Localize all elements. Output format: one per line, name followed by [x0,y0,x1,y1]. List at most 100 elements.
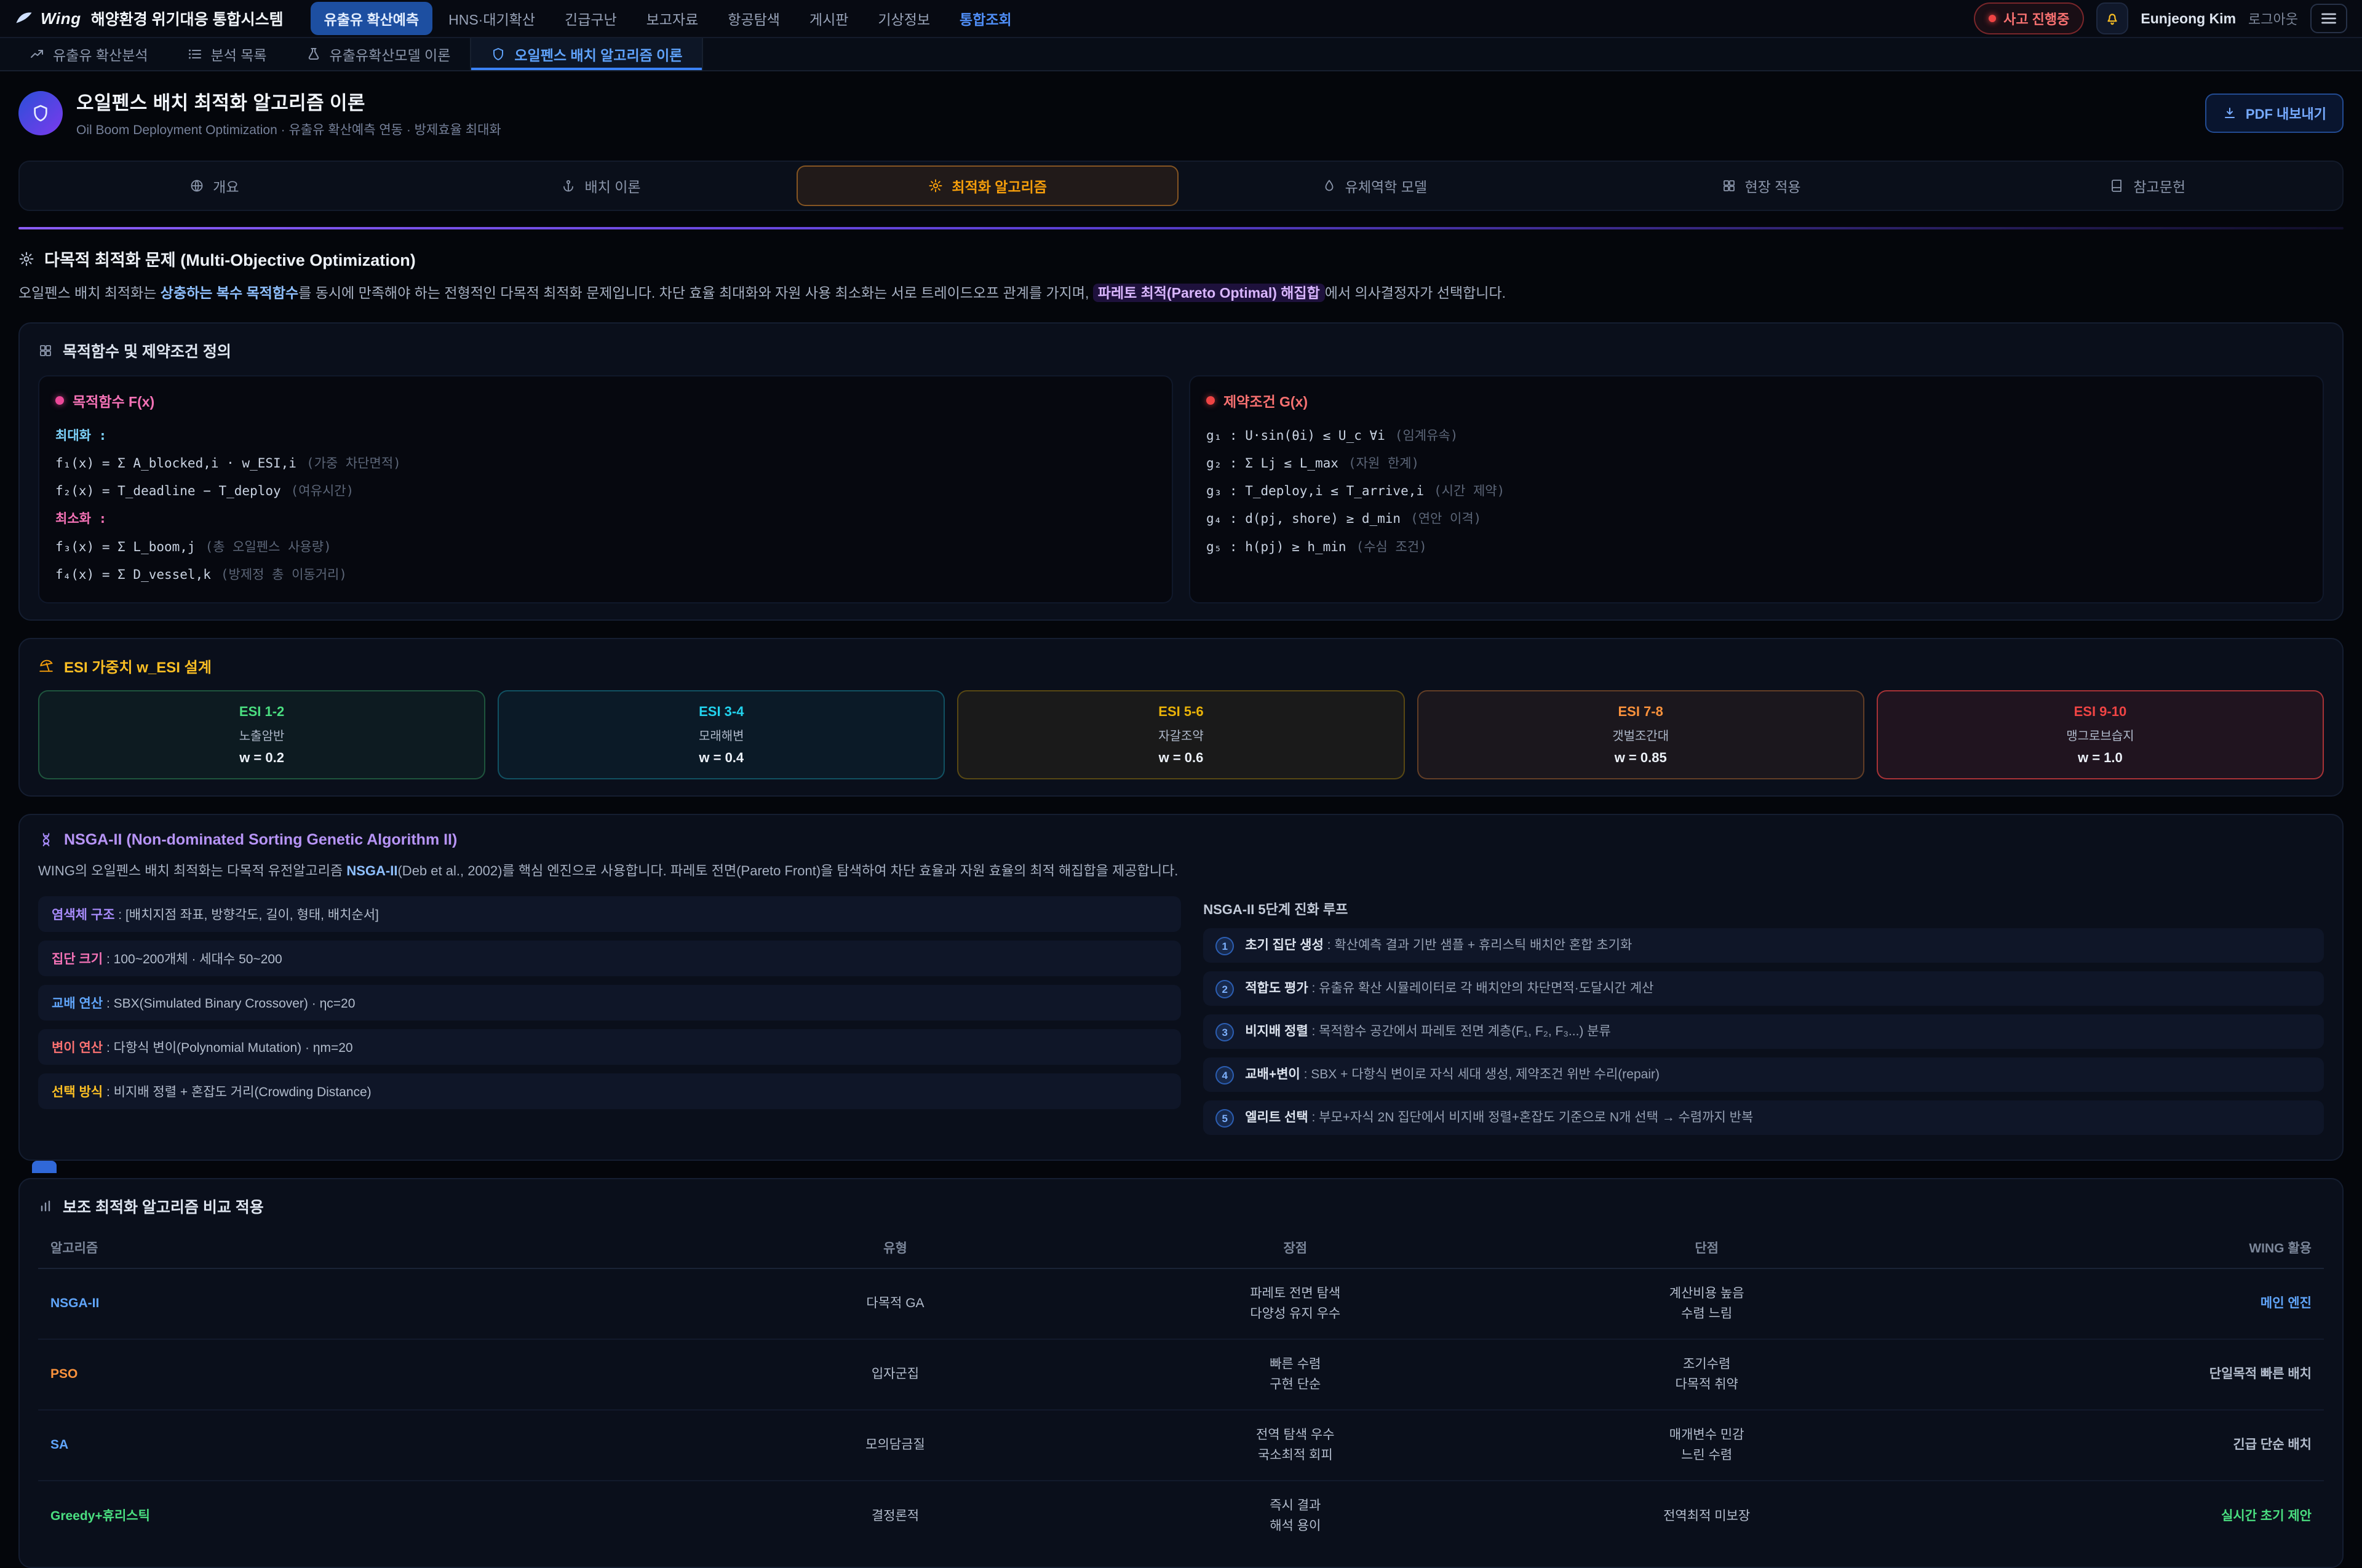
esi-weight-cell: ESI 3-4 모래해변 w = 0.4 [498,690,945,779]
list-icon [188,47,202,62]
wing-usage: 긴급 단순 배치 [1912,1410,2324,1481]
page-subtitle: Oil Boom Deployment Optimization · 유출유 확… [76,120,501,138]
loop-step: 1 초기 집단 생성 : 확산예측 결과 기반 샘플 + 휴리스틱 배치안 혼합… [1203,928,2324,963]
tab-diffusion-model-theory[interactable]: 유출유확산모델 이론 [287,38,471,70]
intro-text-mid: 를 동시에 만족해야 하는 전형적인 다목적 최적화 문제입니다. 차단 효율 … [298,285,1093,301]
formula-row: f₁(x) = Σ A_blocked,i · w_ESI,i(가중 차단면적) [55,450,1156,477]
intro-text-tail: 에서 의사결정자가 선택합니다. [1325,285,1506,301]
grid-icon [38,343,53,358]
objective-panel-title: 목적함수 F(x) [73,390,154,411]
nsga-evolution-loop: NSGA-II 5단계 진화 루프 1 초기 집단 생성 : 확산예측 결과 기… [1203,896,2324,1144]
sub-tabbar: 유출유 확산분석 분석 목록 유출유확산모델 이론 오일펜스 배치 알고리즘 이… [0,38,2362,71]
table-row: Greedy+휴리스틱 결정론적 즉시 결과 해석 용이 전역최적 미보장 실시… [38,1481,2324,1551]
nav-item-oil-spill-forecast[interactable]: 유출유 확산예측 [311,2,433,35]
section-tab-references[interactable]: 참고문헌 [1957,165,2339,206]
tab-analysis-list[interactable]: 분석 목록 [168,38,287,70]
user-name: Eunjeong Kim [2141,10,2236,27]
logo-text: Wing [41,9,81,28]
card-title: 목적함수 및 제약조건 정의 [63,340,231,362]
gear-icon [928,178,943,193]
esi-range: ESI 5-6 [966,704,1396,720]
table-row: SA 모의담금질 전역 탐색 우수 국소최적 회피 매개변수 민감 느린 수렴 … [38,1410,2324,1481]
esi-weight: w = 0.85 [1426,750,1856,766]
red-dot-icon [1206,396,1215,405]
section-tab-hydrodynamics[interactable]: 유체역학 모델 [1183,165,1565,206]
nav-item-emergency-rescue[interactable]: 긴급구난 [551,2,630,35]
table-row: PSO 입자군집 빠른 수렴 구현 단순 조기수렴 다목적 취약 단일목적 빠른… [38,1339,2324,1410]
algorithm-type: 다목적 GA [701,1268,1090,1339]
beach-umbrella-icon [38,658,54,674]
page-header-avatar [18,91,63,135]
section-tabs: 개요 배치 이론 최적화 알고리즘 유체역학 모델 현장 적용 [18,161,2344,211]
esi-weight-card: ESI 가중치 w_ESI 설계 ESI 1-2 노출암반 w = 0.2 ES… [18,638,2344,797]
constraint-row: g₁ : U·sin(θi) ≤ U_c ∀i(임계유속) [1206,422,2307,450]
globe-icon [189,178,204,193]
table-header-row: 알고리즘 유형 장점 단점 WING 활용 [38,1227,2324,1268]
intro-highlight-objectives: 상충하는 복수 목적함수 [161,285,298,301]
intro-title: 다목적 최적화 문제 (Multi-Objective Optimization… [44,247,416,271]
brand-home-link[interactable]: Wing 해양환경 위기대응 통합시스템 [15,7,284,30]
formula-row: f₃(x) = Σ L_boom,j(총 오일펜스 사용량) [55,533,1156,561]
step-number-badge: 4 [1215,1066,1234,1084]
dna-icon [38,832,54,848]
intro-paragraph: 오일펜스 배치 최적화는 상충하는 복수 목적함수를 동시에 만족해야 하는 전… [18,282,2344,305]
trend-chart-icon [30,47,44,62]
nav-item-weather[interactable]: 기상정보 [864,2,944,35]
menu-button[interactable] [2310,4,2347,33]
esi-name: 맹그로브습지 [1885,726,2315,744]
navbar-right: 사고 진행중 Eunjeong Kim 로그아웃 [1974,2,2347,34]
main-nav: 유출유 확산예측 HNS·대기확산 긴급구난 보고자료 항공탐색 게시판 기상정… [311,2,1025,35]
intro-section: 다목적 최적화 문제 (Multi-Objective Optimization… [18,247,2344,305]
grid-icon [1722,178,1736,193]
logout-button[interactable]: 로그아웃 [2248,9,2298,28]
incident-dot-icon [1989,15,1996,22]
nsga-highlight: NSGA-II [346,863,397,878]
algorithm-name: NSGA-II [38,1268,701,1339]
nsga-param-row: 선택 방식 : 비지배 정렬 + 혼잡도 거리(Crowding Distanc… [38,1073,1181,1109]
nsga-parameters-list: 염색체 구조 : [배치지점 좌표, 방향각도, 길이, 형태, 배치순서] 집… [38,896,1181,1144]
nav-item-hns-atmospheric[interactable]: HNS·대기확산 [435,2,549,35]
esi-weight: w = 0.2 [47,750,477,766]
section-tab-overview[interactable]: 개요 [23,165,405,206]
section-tab-deployment-theory[interactable]: 배치 이론 [410,165,792,206]
card-title: NSGA-II (Non-dominated Sorting Genetic A… [64,831,457,849]
esi-weight-cell: ESI 9-10 맹그로브습지 w = 1.0 [1877,690,2324,779]
tab-boom-algorithm-theory[interactable]: 오일펜스 배치 알고리즘 이론 [470,38,703,70]
esi-range: ESI 7-8 [1426,704,1856,720]
esi-weight: w = 0.4 [506,750,936,766]
tab-spill-analysis[interactable]: 유출유 확산분석 [10,38,168,70]
algorithm-cons: 조기수렴 다목적 취약 [1501,1339,1912,1410]
notifications-button[interactable] [2096,2,2128,34]
hamburger-menu-icon [2320,11,2337,26]
constraint-row: g₅ : h(pj) ≥ h_min(수심 조건) [1206,533,2307,561]
nsga-param-row: 염색체 구조 : [배치지점 좌표, 방향각도, 길이, 형태, 배치순서] [38,896,1181,932]
shield-icon [491,47,506,62]
main-content: 다목적 최적화 문제 (Multi-Objective Optimization… [18,227,2344,1568]
algorithm-cons: 매개변수 민감 느린 수렴 [1501,1410,1912,1481]
loop-step: 4 교배+변이 : SBX + 다항식 변이로 자식 세대 생성, 제약조건 위… [1203,1057,2324,1092]
card-title: 보조 최적화 알고리즘 비교 적용 [63,1195,264,1217]
bell-icon [2104,10,2120,26]
wing-usage: 메인 엔진 [1912,1268,2324,1339]
section-tab-optimization-algorithm[interactable]: 최적화 알고리즘 [797,165,1179,206]
esi-range: ESI 9-10 [1885,704,2315,720]
incident-status-badge[interactable]: 사고 진행중 [1974,2,2084,34]
pdf-export-button[interactable]: PDF 내보내기 [2205,94,2344,133]
esi-weight: w = 0.6 [966,750,1396,766]
section-tab-label: 현장 적용 [1745,175,1801,196]
algorithm-pros: 즉시 결과 해석 용이 [1089,1481,1501,1551]
esi-name: 갯벌조간대 [1426,726,1856,744]
nav-item-integrated-search[interactable]: 통합조회 [946,2,1025,35]
section-tab-field-application[interactable]: 현장 적용 [1570,165,1952,206]
algorithm-pros: 전역 탐색 우수 국소최적 회피 [1089,1410,1501,1481]
step-number-badge: 3 [1215,1023,1234,1041]
nav-item-aerial-search[interactable]: 항공탐색 [714,2,793,35]
page-header: 오일펜스 배치 최적화 알고리즘 이론 Oil Boom Deployment … [0,71,2362,153]
step-number-badge: 2 [1215,980,1234,998]
nav-item-board[interactable]: 게시판 [796,2,862,35]
nav-item-reports[interactable]: 보고자료 [633,2,712,35]
bar-chart-icon [38,1199,53,1214]
esi-weight-cell: ESI 7-8 갯벌조간대 w = 0.85 [1417,690,1864,779]
bottom-left-partial-button[interactable] [32,1161,57,1173]
nsga-card: NSGA-II (Non-dominated Sorting Genetic A… [18,814,2344,1161]
